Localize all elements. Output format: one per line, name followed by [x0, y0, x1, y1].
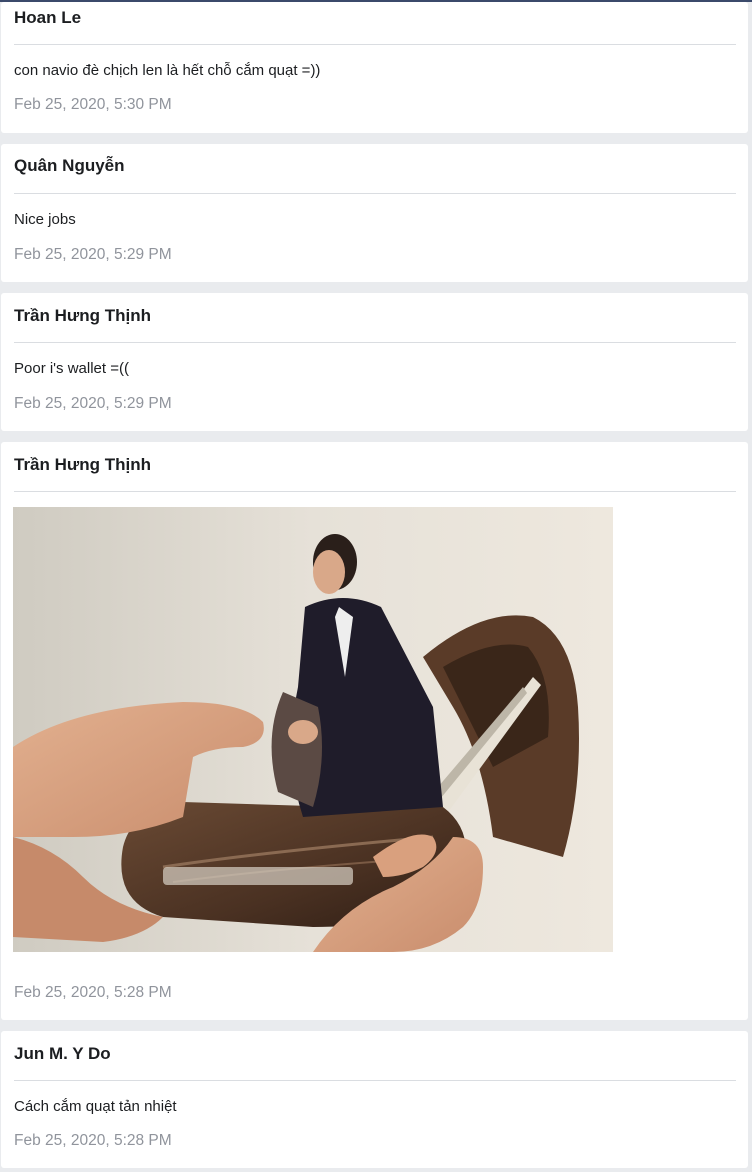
comment-author[interactable]: Quân Nguyễn	[14, 156, 125, 176]
comment-image[interactable]	[13, 507, 613, 952]
comment-text: Poor i's wallet =((	[14, 360, 129, 377]
comment-card: Quân Nguyễn Nice jobs Feb 25, 2020, 5:29…	[1, 144, 748, 282]
comment-timestamp[interactable]: Feb 25, 2020, 5:28 PM	[14, 984, 172, 1002]
wallet-meme-illustration	[13, 507, 613, 952]
comment-text: Cách cắm quạt tản nhiệt	[14, 1098, 177, 1115]
comment-timestamp[interactable]: Feb 25, 2020, 5:28 PM	[14, 1132, 172, 1150]
comment-timestamp[interactable]: Feb 25, 2020, 5:29 PM	[14, 246, 172, 264]
comment-divider	[14, 1080, 736, 1081]
comment-divider	[14, 342, 736, 343]
comment-divider	[14, 491, 736, 492]
comment-author[interactable]: Trần Hưng Thịnh	[14, 455, 151, 475]
comment-author[interactable]: Jun M. Y Do	[14, 1044, 111, 1064]
comment-author[interactable]: Hoan Le	[14, 8, 81, 28]
comment-author[interactable]: Trần Hưng Thịnh	[14, 306, 151, 326]
comment-divider	[14, 44, 736, 45]
comment-divider	[14, 193, 736, 194]
comment-card: Trần Hưng Thịnh Feb 25, 2020, 5:28 PM	[1, 442, 748, 1020]
comment-timestamp[interactable]: Feb 25, 2020, 5:30 PM	[14, 96, 172, 114]
comment-card: Jun M. Y Do Cách cắm quạt tản nhiệt Feb …	[1, 1031, 748, 1168]
comment-text: con navio đè chịch len là hết chỗ cắm qu…	[14, 62, 321, 79]
comment-card: Hoan Le con navio đè chịch len là hết ch…	[1, 2, 748, 133]
comment-timestamp[interactable]: Feb 25, 2020, 5:29 PM	[14, 395, 172, 413]
comment-text: Nice jobs	[14, 211, 76, 228]
comment-card: Trần Hưng Thịnh Poor i's wallet =(( Feb …	[1, 293, 748, 431]
